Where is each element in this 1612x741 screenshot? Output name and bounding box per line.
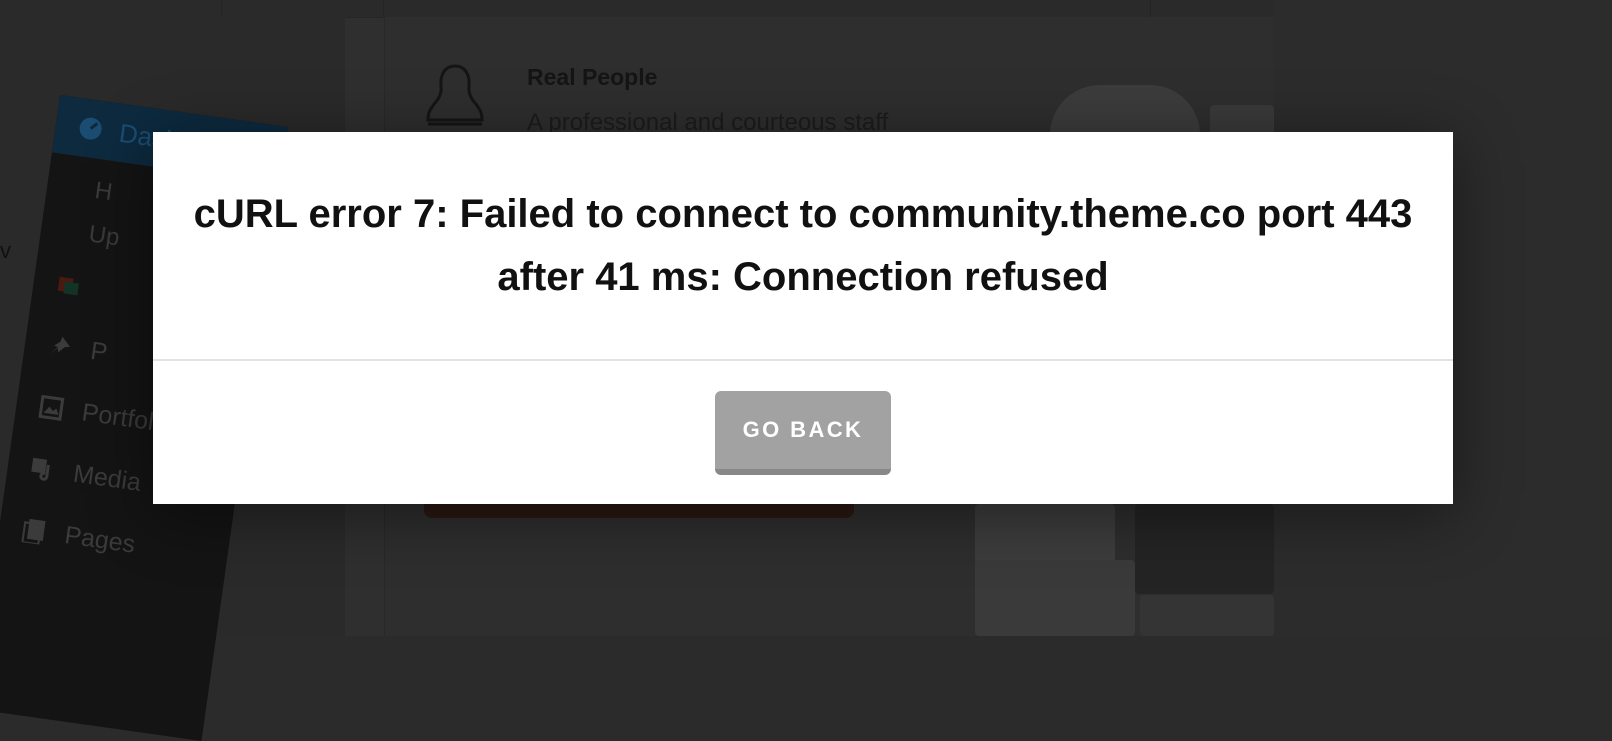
person-outline-icon [426,64,484,126]
media-icon [31,457,50,481]
pin-icon [49,336,71,355]
go-back-button[interactable]: GO BACK [715,390,891,475]
team-photo [975,560,1135,636]
sidebar-item-label: P [88,336,110,367]
sidebar-item-label: Media [71,459,143,497]
team-photo [1050,85,1200,135]
team-photo [975,504,1115,564]
team-photo [1210,105,1274,135]
error-modal-body: cURL error 7: Failed to connect to commu… [153,132,1453,361]
error-modal: cURL error 7: Failed to connect to commu… [153,132,1453,504]
background-stray-text: v [0,238,11,263]
feature-title: Real People [527,64,658,90]
gallery-icon [38,394,65,421]
error-message: cURL error 7: Failed to connect to commu… [193,191,1413,299]
team-photo [1135,504,1274,594]
pages-icon [21,518,46,546]
dashboard-gauge-icon [79,117,102,140]
sidebar-item-label: Pages [62,520,138,559]
error-modal-footer: GO BACK [153,361,1453,504]
layers-icon [57,276,79,296]
team-photo [1140,595,1274,636]
